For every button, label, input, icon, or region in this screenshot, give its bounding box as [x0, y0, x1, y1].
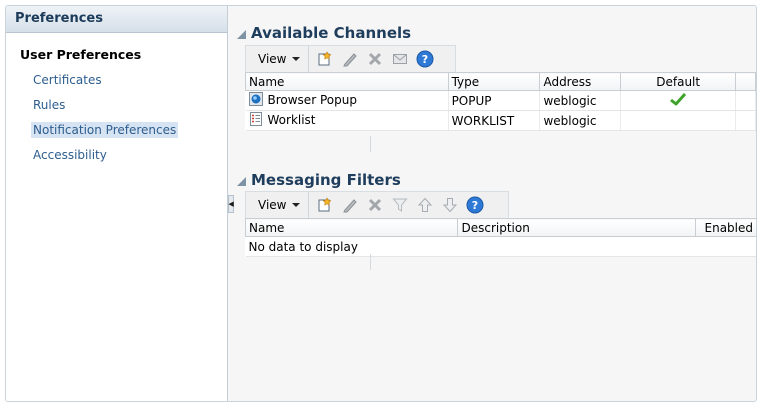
table-resize-gripper[interactable] [370, 254, 371, 270]
column-header-filler [735, 72, 756, 91]
cell-filler [735, 110, 756, 131]
delete-icon[interactable] [365, 49, 385, 69]
table-header-row: Name Description Enabled [244, 218, 756, 237]
cell-default [620, 90, 737, 111]
filters-toolbar: View ? [245, 191, 509, 218]
nav-item-accessibility[interactable]: Accessibility [6, 143, 227, 168]
nav-item-rules[interactable]: Rules [6, 93, 227, 118]
cell-default [620, 110, 737, 131]
table-row[interactable]: Worklist WORKLIST weblogic [245, 110, 756, 131]
channel-name: Worklist [267, 113, 316, 127]
chevron-down-icon [292, 203, 301, 207]
collapse-left-icon: ◀ [228, 200, 234, 208]
column-header-name[interactable]: Name [245, 72, 449, 91]
filter-icon[interactable] [390, 195, 410, 215]
panel-header: Preferences [6, 6, 227, 33]
view-menu-label: View [258, 198, 287, 212]
view-menu-label: View [258, 52, 287, 66]
create-icon[interactable] [315, 49, 335, 69]
nav-item-label[interactable]: Certificates [31, 72, 104, 88]
help-icon[interactable]: ? [415, 49, 435, 69]
view-menu-button[interactable]: View [246, 192, 310, 218]
svg-text:?: ? [422, 53, 428, 66]
messaging-filters-header[interactable]: Messaging Filters [237, 169, 401, 191]
cell-type: WORKLIST [448, 110, 541, 131]
channel-name: Browser Popup [267, 93, 357, 107]
disclosure-triangle-icon[interactable] [237, 177, 246, 186]
worklist-icon [249, 112, 263, 129]
checkmark-icon [670, 92, 687, 109]
table-header-row: Name Type Address Default [245, 72, 756, 91]
cell-filler [735, 90, 756, 111]
filters-table: Name Description Enabled No data to disp… [244, 218, 756, 257]
help-icon[interactable]: ? [465, 195, 485, 215]
empty-row: No data to display [245, 236, 756, 257]
main-content: Available Channels View ? Name Type Addr… [235, 6, 756, 401]
email-icon[interactable] [390, 49, 410, 69]
cell-type: POPUP [448, 90, 541, 111]
move-up-icon[interactable] [415, 195, 435, 215]
view-menu-button[interactable]: View [246, 46, 310, 72]
section-title-user-preferences: User Preferences [20, 47, 142, 62]
edit-icon[interactable] [340, 195, 360, 215]
toolbar-icons: ? [309, 49, 441, 69]
nav-item-label[interactable]: Rules [31, 97, 67, 113]
cell-name: Worklist [245, 110, 449, 131]
channels-toolbar: View ? [245, 45, 456, 72]
chevron-down-icon [292, 57, 301, 61]
section-title: Messaging Filters [251, 171, 401, 189]
cell-name: Browser Popup [245, 90, 449, 111]
column-header-description[interactable]: Description [457, 218, 696, 237]
browser-popup-icon [248, 92, 263, 109]
nav-item-label[interactable]: Notification Preferences [31, 122, 179, 138]
column-header-address[interactable]: Address [539, 72, 622, 91]
create-icon[interactable] [315, 195, 335, 215]
nav-item-notification-preferences[interactable]: Notification Preferences [6, 118, 227, 143]
edit-icon[interactable] [340, 49, 360, 69]
column-header-enabled[interactable]: Enabled [695, 218, 756, 237]
cell-address: weblogic [539, 110, 622, 131]
preferences-window: Preferences User Preferences Certificate… [5, 5, 757, 402]
empty-message: No data to display [245, 236, 756, 257]
move-down-icon[interactable] [440, 195, 460, 215]
collapse-panel-button[interactable]: ◀ [228, 195, 234, 213]
column-header-type[interactable]: Type [447, 72, 541, 91]
disclosure-triangle-icon[interactable] [237, 30, 246, 39]
toolbar-icons: ? [309, 195, 491, 215]
table-resize-gripper[interactable] [370, 136, 371, 152]
nav-item-label[interactable]: Accessibility [31, 147, 109, 163]
column-header-name[interactable]: Name [244, 218, 459, 237]
preferences-nav: Certificates Rules Notification Preferen… [6, 68, 227, 168]
svg-text:?: ? [472, 199, 478, 212]
preferences-panel: Preferences User Preferences Certificate… [6, 6, 228, 401]
table-row[interactable]: Browser Popup POPUP weblogic [245, 90, 756, 111]
column-header-default[interactable]: Default [620, 72, 737, 91]
delete-icon[interactable] [365, 195, 385, 215]
cell-address: weblogic [539, 90, 622, 111]
section-title: Available Channels [251, 24, 412, 42]
available-channels-header[interactable]: Available Channels [237, 22, 411, 44]
channels-table: Name Type Address Default Browser Popup … [245, 72, 756, 131]
nav-item-certificates[interactable]: Certificates [6, 68, 227, 93]
